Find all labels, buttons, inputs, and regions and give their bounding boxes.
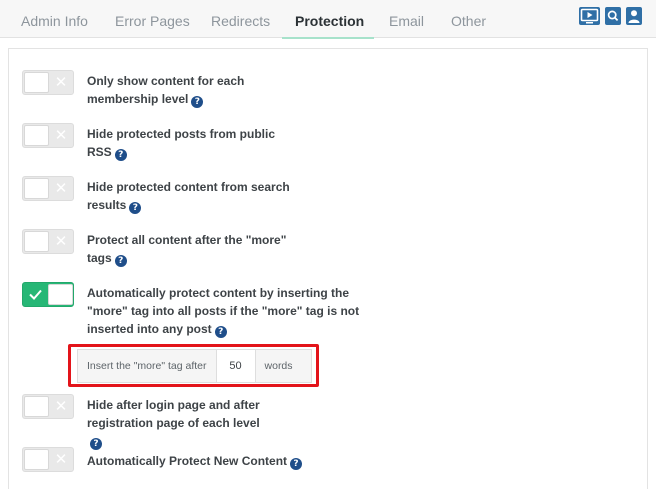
hide-login-pages-toggle[interactable]: ✕ [22,394,74,419]
more-tag-words-group: Insert the "more" tag after words [77,349,312,383]
setting-label-login-pages: Hide after login page and after registra… [87,396,272,450]
protect-after-more-toggle[interactable]: ✕ [22,229,74,254]
setting-label-auto-protect: Automatically Protect New Content? [87,452,377,470]
help-icon[interactable]: ? [114,149,127,161]
tab-error-pages[interactable]: Error Pages [115,13,190,29]
tab-redirects[interactable]: Redirects [211,13,270,29]
help-icon[interactable]: ? [290,458,303,470]
setting-label-membership: Only show content for each membership le… [87,72,257,108]
more-tag-words-input[interactable] [215,350,256,382]
hide-search-toggle[interactable]: ✕ [22,176,74,201]
setting-text: Only show content for each membership le… [87,74,245,106]
more-tag-prefix-label: Insert the "more" tag after [87,360,207,372]
setting-label-more-tags: Protect all content after the "more" tag… [87,231,297,267]
toggle-knob [24,178,49,199]
tab-admin-info[interactable]: Admin Info [21,13,88,29]
tab-protection[interactable]: Protection [295,13,364,29]
toggle-knob [24,396,49,417]
tab-bar: Admin Info Error Pages Redirects Protect… [0,0,656,39]
toggle-knob [24,72,49,93]
auto-protect-new-toggle[interactable]: ✕ [22,447,74,472]
help-icon[interactable]: ? [129,202,142,214]
more-tag-suffix-label: words [264,360,293,372]
help-icon[interactable]: ? [90,438,102,450]
close-icon: ✕ [54,127,68,144]
toggle-knob [48,284,73,305]
close-icon: ✕ [54,180,68,197]
setting-text: Automatically Protect New Content [87,454,288,468]
toggle-knob [24,125,49,146]
setting-text: Hide after login page and after registra… [87,398,260,430]
membership-level-toggle[interactable]: ✕ [22,70,74,95]
hide-rss-toggle[interactable]: ✕ [22,123,74,148]
check-icon [29,289,42,300]
setting-label-rss: Hide protected posts from public RSS? [87,125,302,161]
toggle-knob [24,231,49,252]
setting-text: Hide protected content from search resul… [87,180,290,212]
close-icon: ✕ [54,398,68,415]
video-icon[interactable] [579,7,600,25]
tab-other[interactable]: Other [451,13,486,29]
close-icon: ✕ [54,74,68,91]
tab-email[interactable]: Email [389,13,424,29]
help-icon[interactable]: ? [191,96,204,108]
setting-label-search: Hide protected content from search resul… [87,178,292,214]
setting-label-auto-insert: Automatically protect content by inserti… [87,284,362,338]
active-tab-indicator [282,37,374,39]
close-icon: ✕ [54,233,68,250]
search-icon[interactable] [605,7,621,25]
toggle-knob [24,449,49,470]
help-icon[interactable]: ? [114,255,127,267]
help-icon[interactable]: ? [214,326,227,338]
close-icon: ✕ [54,451,68,468]
auto-insert-more-toggle[interactable] [22,282,74,307]
user-icon[interactable] [626,7,642,25]
